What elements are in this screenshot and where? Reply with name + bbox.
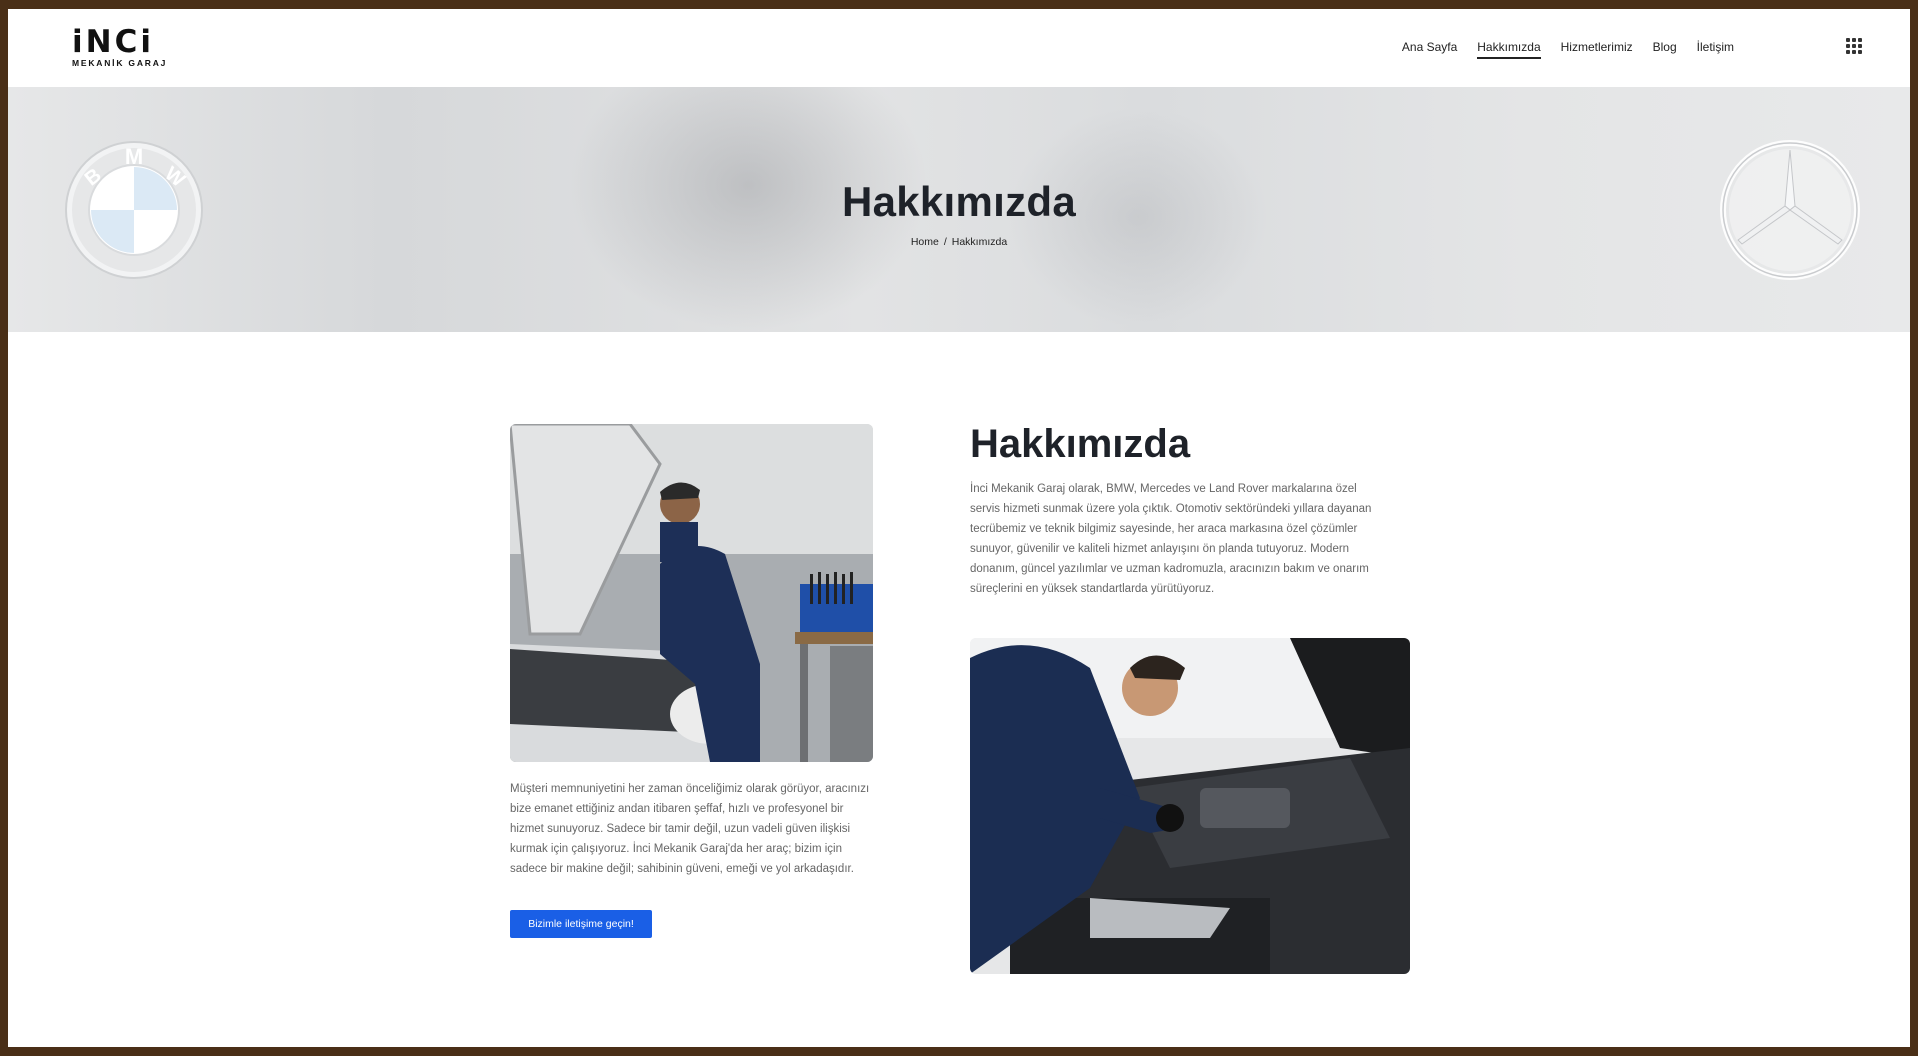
mechanic-engine-photo [970, 638, 1410, 974]
breadcrumb-current: Hakkımızda [951, 236, 1008, 248]
nav-blog[interactable]: Blog [1653, 40, 1677, 59]
breadcrumb-separator: / [943, 236, 947, 248]
nav-home[interactable]: Ana Sayfa [1402, 40, 1457, 59]
page-hero: M B W Hakkımızda Home / Hakkımızda [8, 87, 1910, 332]
mechanic-bmw-photo [510, 424, 873, 762]
contact-cta-button[interactable]: Bizimle iletişime geçin! [510, 910, 652, 938]
nav-services[interactable]: Hizmetlerimiz [1561, 40, 1633, 59]
site-header: iNCi MEKANİK GARAJ Ana Sayfa Hakkımızda … [8, 9, 1910, 87]
svg-text:M: M [125, 144, 143, 169]
about-paragraph-right: İnci Mekanik Garaj olarak, BMW, Mercedes… [970, 483, 1372, 595]
grid-menu-icon[interactable] [1846, 38, 1862, 54]
breadcrumb-home[interactable]: Home [911, 236, 939, 248]
logo-wordmark: iNCi [72, 24, 154, 60]
hero-title: Hakkımızda [841, 178, 1077, 225]
main-nav: Ana Sayfa Hakkımızda Hizmetlerimiz Blog … [1402, 40, 1734, 59]
page-frame: iNCi MEKANİK GARAJ Ana Sayfa Hakkımızda … [8, 9, 1910, 1047]
site-logo[interactable]: iNCi MEKANİK GARAJ [72, 24, 176, 69]
breadcrumb: Home / Hakkımızda [8, 236, 1910, 248]
about-title: Hakkımızda [970, 422, 1191, 466]
nav-about[interactable]: Hakkımızda [1477, 40, 1541, 59]
logo-tagline: MEKANİK GARAJ [72, 58, 168, 68]
nav-contact[interactable]: İletişim [1697, 40, 1734, 59]
about-paragraph-left: Müşteri memnuniyetini her zaman önceliği… [510, 783, 870, 875]
